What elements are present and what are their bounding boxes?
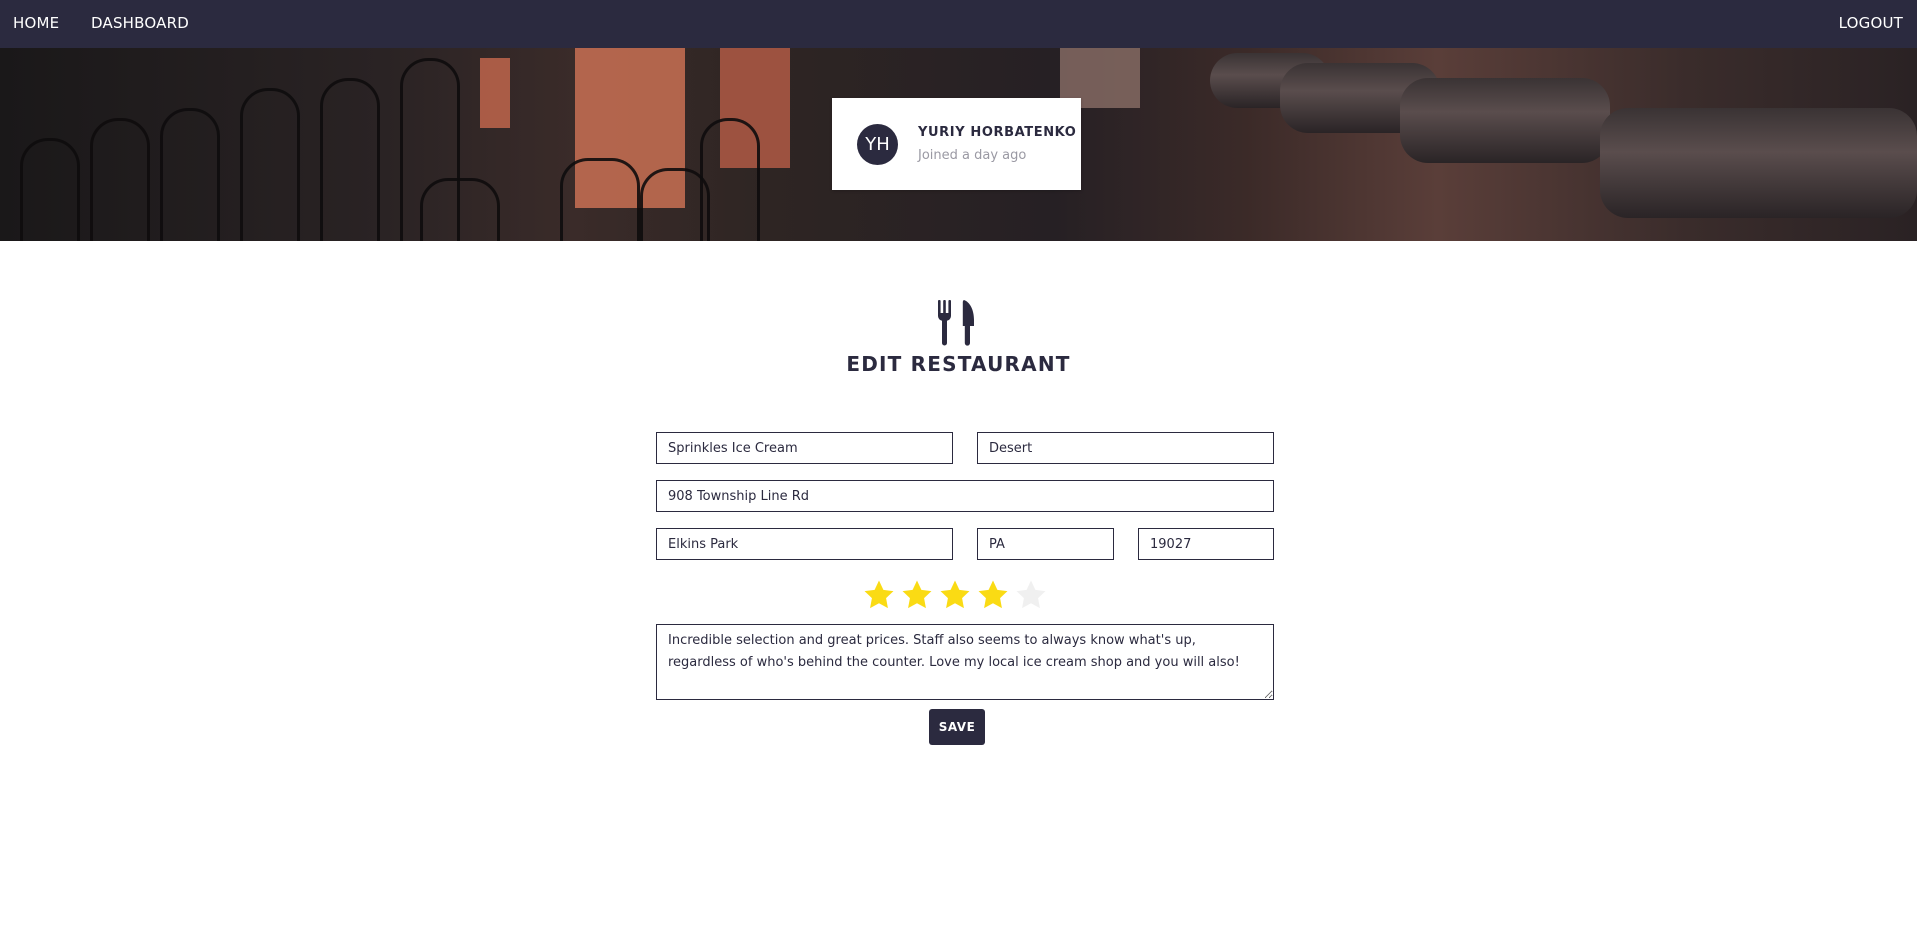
top-navbar: HOME DASHBOARD LOGOUT xyxy=(0,0,1917,48)
city-input[interactable] xyxy=(656,528,953,560)
restaurant-name-input[interactable] xyxy=(656,432,953,464)
profile-joined-date: Joined a day ago xyxy=(918,148,1027,163)
star-icon[interactable] xyxy=(938,578,972,612)
review-textarea[interactable]: Incredible selection and great prices. S… xyxy=(656,624,1274,700)
avatar: YH xyxy=(857,124,898,165)
star-icon[interactable] xyxy=(976,578,1010,612)
nav-logout-link[interactable]: LOGOUT xyxy=(1839,14,1903,32)
star-icon[interactable] xyxy=(900,578,934,612)
save-button[interactable]: SAVE xyxy=(929,709,985,745)
star-icon[interactable] xyxy=(1014,578,1048,612)
zip-input[interactable] xyxy=(1138,528,1274,560)
page-title: EDIT RESTAURANT xyxy=(846,352,1071,376)
profile-card: YH YURIY HORBATENKO Joined a day ago xyxy=(832,98,1081,190)
nav-dashboard-link[interactable]: DASHBOARD xyxy=(91,14,189,32)
address-input[interactable] xyxy=(656,480,1274,512)
category-input[interactable] xyxy=(977,432,1274,464)
nav-home-link[interactable]: HOME xyxy=(13,14,59,32)
profile-name: YURIY HORBATENKO xyxy=(918,125,1077,140)
star-rating[interactable] xyxy=(862,578,1062,614)
state-input[interactable] xyxy=(977,528,1114,560)
utensils-icon xyxy=(938,300,974,346)
star-icon[interactable] xyxy=(862,578,896,612)
